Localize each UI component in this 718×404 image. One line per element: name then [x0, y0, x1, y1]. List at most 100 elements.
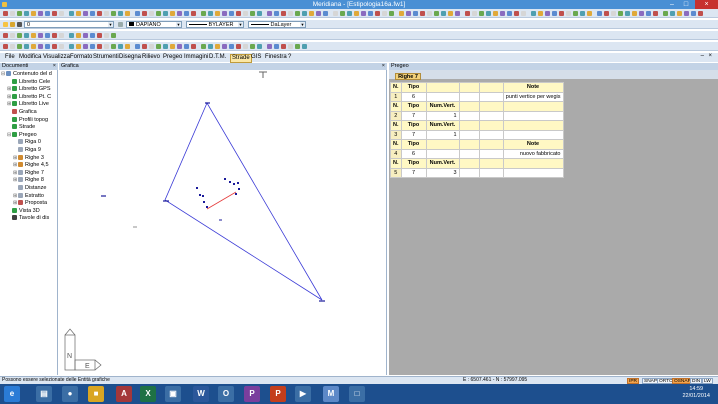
toolbar-tool-icon[interactable]: [302, 11, 307, 16]
toolbar-tool-icon[interactable]: [486, 11, 491, 16]
menu-formato[interactable]: Formato: [69, 54, 93, 61]
toolbar-tool-icon[interactable]: [500, 11, 505, 16]
toolbar-tool-icon[interactable]: [76, 11, 81, 16]
toolbar-tool-icon[interactable]: [208, 44, 213, 49]
toolbar-tool-icon[interactable]: [59, 44, 64, 49]
toolbar-tool-icon[interactable]: [31, 44, 36, 49]
toolbar-tool-icon[interactable]: [236, 44, 241, 49]
toolbar-tool-icon[interactable]: [257, 11, 262, 16]
toolbar-tool-icon[interactable]: [163, 11, 168, 16]
toolbar-tool-icon[interactable]: [375, 11, 380, 16]
toolbar-tool-icon[interactable]: [111, 44, 116, 49]
toolbar-tool-icon[interactable]: [52, 44, 57, 49]
toolbar-tool-icon[interactable]: [545, 11, 550, 16]
toolbar-tool-icon[interactable]: [274, 44, 279, 49]
toolbar-tool-icon[interactable]: [413, 11, 418, 16]
toolbar-tool-icon[interactable]: [118, 44, 123, 49]
toolbar-tool-icon[interactable]: [76, 33, 81, 38]
menu-strade[interactable]: Strade: [230, 54, 252, 63]
toolbar-tool-icon[interactable]: [587, 11, 592, 16]
toolbar-tool-icon[interactable]: [90, 33, 95, 38]
toolbar-tool-icon[interactable]: [149, 11, 154, 16]
toolbar-tool-icon[interactable]: [170, 11, 175, 16]
toolbar-tool-icon[interactable]: [677, 11, 682, 16]
toolbar-tool-icon[interactable]: [135, 11, 140, 16]
toolbar-tool-icon[interactable]: [399, 11, 404, 16]
toolbar-tool-icon[interactable]: [281, 11, 286, 16]
toolbar-tool-icon[interactable]: [135, 44, 140, 49]
toolbar-tool-icon[interactable]: [24, 11, 29, 16]
toolbar-tool-icon[interactable]: [580, 11, 585, 16]
table-cell[interactable]: [478, 129, 504, 140]
drawing-area[interactable]: N E: [59, 70, 387, 375]
toolbar-tool-icon[interactable]: [83, 11, 88, 16]
tree-item[interactable]: Riga 0: [13, 139, 41, 146]
pregeo-icon[interactable]: P: [244, 386, 260, 402]
system-clock[interactable]: 14:59 22/01/2014: [682, 386, 710, 400]
toolbar-tool-icon[interactable]: [83, 44, 88, 49]
toolbar-tool-icon[interactable]: [566, 11, 571, 16]
access-icon[interactable]: A: [116, 386, 132, 402]
toolbar-tool-icon[interactable]: [229, 44, 234, 49]
tree-item[interactable]: ⊞ Libretto Live: [7, 101, 49, 108]
toolbar-tool-icon[interactable]: [17, 33, 22, 38]
menu-gis[interactable]: GIS: [250, 54, 262, 61]
menu-immagini[interactable]: Immagini: [183, 54, 209, 61]
close-panel-icon[interactable]: ×: [382, 63, 385, 70]
maximize-icon[interactable]: □: [680, 0, 692, 9]
toolbar-tool-icon[interactable]: [222, 11, 227, 16]
toolbar-tool-icon[interactable]: [625, 11, 630, 16]
toolbar-tool-icon[interactable]: [267, 11, 272, 16]
toolbar-tool-icon[interactable]: [420, 11, 425, 16]
tree-item[interactable]: Profili topog: [7, 117, 48, 124]
table-cell[interactable]: 3: [390, 129, 402, 140]
table-cell[interactable]: [502, 110, 564, 121]
toolbar-tool-icon[interactable]: [465, 11, 470, 16]
menu-finestra[interactable]: Finestra: [264, 54, 288, 61]
tree-item[interactable]: ⊞ Righe 7: [13, 170, 44, 177]
toolbar-tool-icon[interactable]: [382, 11, 387, 16]
app-icon[interactable]: ▣: [165, 386, 181, 402]
toolbar-tool-icon[interactable]: [684, 11, 689, 16]
toolbar-tool-icon[interactable]: [646, 11, 651, 16]
toolbar-tool-icon[interactable]: [104, 33, 109, 38]
toolbar-tool-icon[interactable]: [45, 44, 50, 49]
toolbar-tool-icon[interactable]: [434, 11, 439, 16]
word-icon[interactable]: W: [193, 386, 209, 402]
tab-righe-7[interactable]: Righe 7: [395, 73, 421, 80]
toolbar-tool-icon[interactable]: [208, 11, 213, 16]
table-cell[interactable]: 1: [390, 91, 402, 102]
toolbar-tool-icon[interactable]: [149, 44, 154, 49]
toolbar-tool-icon[interactable]: [663, 11, 668, 16]
menu-disegna[interactable]: Disegna: [118, 54, 142, 61]
powerpoint-icon[interactable]: P: [270, 386, 286, 402]
tree-item[interactable]: Distanze: [13, 185, 46, 192]
toolbar-tool-icon[interactable]: [104, 44, 109, 49]
table-cell[interactable]: 6: [400, 91, 427, 102]
toolbar-tool-icon[interactable]: [17, 11, 22, 16]
toolbar-tool-icon[interactable]: [104, 11, 109, 16]
table-cell[interactable]: [458, 167, 480, 178]
toolbar-tool-icon[interactable]: [111, 33, 116, 38]
tree-item[interactable]: Tavole di dis: [7, 215, 49, 222]
toolbar-tool-icon[interactable]: [670, 11, 675, 16]
layer-sun-icon[interactable]: [10, 22, 15, 27]
toolbar-tool-icon[interactable]: [472, 11, 477, 16]
toolbar-tool-icon[interactable]: [521, 11, 526, 16]
table-cell[interactable]: [425, 148, 460, 159]
toolbar-tool-icon[interactable]: [288, 44, 293, 49]
toolbar-tool-icon[interactable]: [236, 11, 241, 16]
toolbar-tool-icon[interactable]: [52, 33, 57, 38]
toolbar-tool-icon[interactable]: [31, 33, 36, 38]
layer-manager-icon[interactable]: [118, 22, 123, 27]
toolbar-tool-icon[interactable]: [243, 11, 248, 16]
linetype-select[interactable]: BYLAYER ▼: [186, 21, 244, 28]
toolbar-tool-icon[interactable]: [170, 44, 175, 49]
table-cell[interactable]: nuovo fabbricato: [502, 148, 564, 159]
table-cell[interactable]: punti vertice per wegis: [502, 91, 564, 102]
table-cell[interactable]: 7: [400, 129, 427, 140]
tree-item[interactable]: Strade: [7, 124, 35, 131]
toolbar-tool-icon[interactable]: [229, 11, 234, 16]
media-icon[interactable]: ▶: [295, 386, 311, 402]
toolbar-tool-icon[interactable]: [215, 44, 220, 49]
